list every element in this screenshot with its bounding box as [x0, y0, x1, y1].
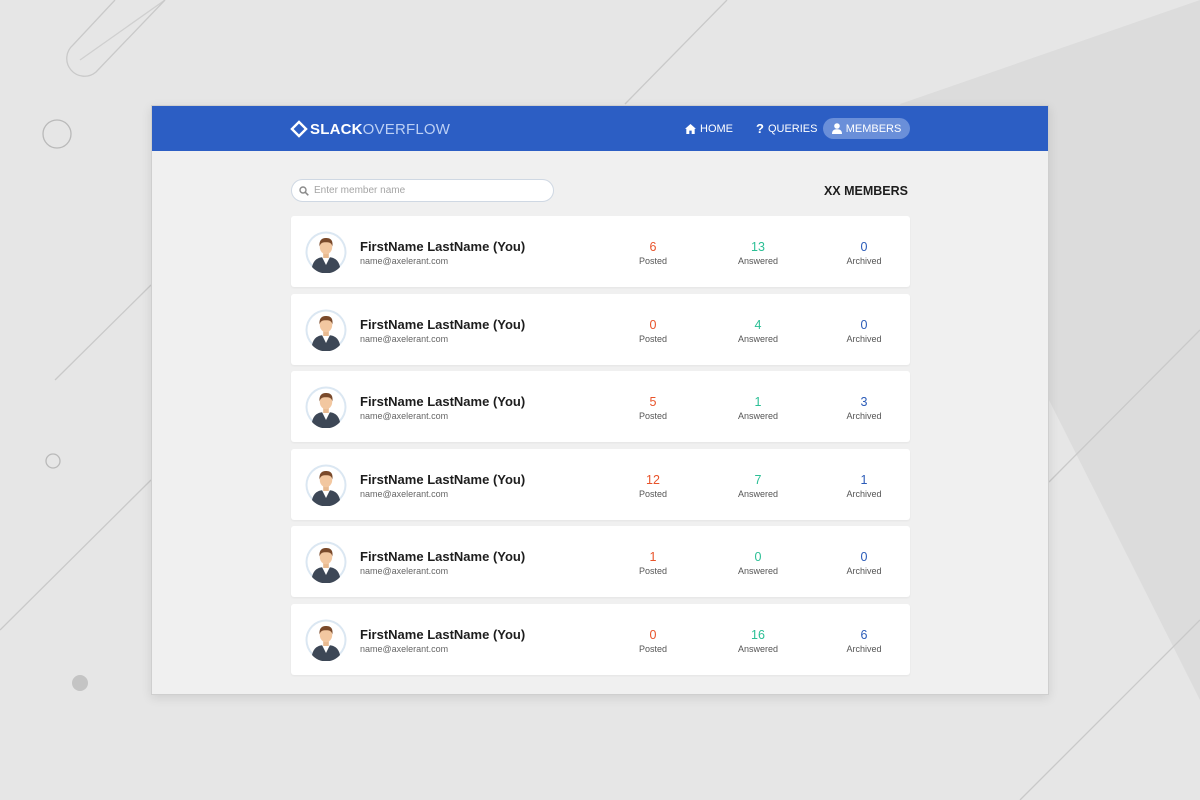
answered-stat: 4 Answered: [718, 318, 798, 344]
posted-count: 5: [649, 395, 657, 409]
answered-stat: 7 Answered: [718, 473, 798, 499]
answered-stat: 0 Answered: [718, 550, 798, 576]
answered-label: Answered: [737, 411, 779, 421]
posted-stat: 0 Posted: [613, 318, 693, 344]
archived-label: Archived: [846, 566, 882, 576]
avatar-icon: [305, 541, 347, 583]
archived-label: Archived: [846, 488, 882, 499]
logo-text-bold: SLACK: [310, 120, 363, 138]
answered-count: 0: [754, 550, 762, 564]
answered-count: 7: [754, 472, 762, 487]
archived-count: 0: [860, 240, 868, 254]
archived-label: Archived: [846, 256, 882, 266]
member-email: name@axelerant.com: [360, 333, 449, 344]
posted-count: 12: [646, 472, 660, 487]
posted-label: Posted: [638, 411, 668, 421]
posted-label: Posted: [638, 488, 668, 499]
avatar-icon: [305, 231, 347, 273]
member-name: FirstName LastName (You): [360, 471, 526, 487]
posted-stat: 0 Posted: [613, 628, 693, 654]
diamond-logo-icon: [290, 120, 308, 138]
member-card[interactable]: FirstName LastName (You) name@axelerant.…: [291, 216, 910, 287]
app-logo[interactable]: SLACK OVERFLOW: [290, 119, 450, 139]
answered-count: 13: [751, 240, 765, 254]
avatar-icon: [305, 619, 347, 661]
nav-members[interactable]: MEMBERS: [823, 118, 910, 139]
archived-stat: 0 Archived: [824, 550, 904, 576]
member-email: name@axelerant.com: [360, 256, 449, 266]
member-search-input[interactable]: [314, 185, 534, 196]
posted-stat: 6 Posted: [613, 240, 693, 266]
archived-count: 0: [860, 550, 868, 564]
posted-label: Posted: [638, 333, 668, 344]
archived-count: 0: [860, 317, 868, 332]
answered-stat: 13 Answered: [718, 240, 798, 266]
member-email: name@axelerant.com: [360, 488, 449, 499]
member-email: name@axelerant.com: [360, 643, 449, 654]
member-name: FirstName LastName (You): [360, 239, 526, 254]
app-window: SLACKOVERFLOW HOME ? QUERIES MEMBERS XX …: [151, 105, 1049, 695]
member-card[interactable]: FirstName LastName (You) name@axelerant.…: [291, 293, 910, 365]
member-name: FirstName LastName (You): [360, 549, 526, 564]
posted-count: 1: [649, 550, 657, 564]
avatar-icon: [305, 464, 347, 506]
answered-count: 1: [754, 395, 762, 409]
member-list: FirstName LastName (You) name@axelerant.…: [291, 216, 910, 681]
member-search-box[interactable]: [291, 179, 554, 202]
answered-label: Answered: [737, 488, 779, 499]
member-name: FirstName LastName (You): [360, 394, 526, 409]
question-icon: ?: [756, 121, 764, 136]
member-card[interactable]: FirstName LastName (You) name@axelerant.…: [291, 371, 910, 442]
archived-stat: 3 Archived: [824, 395, 904, 421]
nav-queries[interactable]: ? QUERIES: [756, 118, 817, 139]
member-card[interactable]: FirstName LastName (You) name@axelerant.…: [291, 448, 910, 520]
nav-members-label: MEMBERS: [845, 122, 902, 135]
answered-label: Answered: [737, 333, 779, 344]
archived-count: 3: [860, 395, 868, 409]
members-count: XX MEMBERS: [823, 184, 908, 198]
archived-count: 1: [860, 472, 868, 487]
user-icon: [831, 123, 842, 134]
nav-home-label: HOME: [700, 122, 733, 135]
archived-stat: 0 Archived: [824, 240, 904, 266]
posted-stat: 12 Posted: [613, 473, 693, 499]
member-card[interactable]: FirstName LastName (You) name@axelerant.…: [291, 603, 910, 675]
member-email: name@axelerant.com: [360, 411, 449, 421]
posted-label: Posted: [638, 643, 668, 654]
archived-stat: 0 Archived: [824, 318, 904, 344]
answered-label: Answered: [737, 256, 779, 266]
answered-count: 4: [754, 317, 762, 332]
member-email: name@axelerant.com: [360, 566, 449, 576]
archived-label: Archived: [846, 643, 882, 654]
top-navigation-bar: SLACK OVERFLOW HOME ? QUERIES MEMBERS: [152, 106, 1048, 151]
member-card[interactable]: FirstName LastName (You) name@axelerant.…: [291, 526, 910, 597]
posted-count: 6: [649, 240, 657, 254]
member-name: FirstName LastName (You): [360, 626, 526, 642]
archived-stat: 1 Archived: [824, 473, 904, 499]
answered-stat: 1 Answered: [718, 395, 798, 421]
posted-count: 0: [649, 317, 657, 332]
answered-stat: 16 Answered: [718, 628, 798, 654]
archived-stat: 6 Archived: [824, 628, 904, 654]
search-icon: [299, 185, 309, 196]
member-name: FirstName LastName (You): [360, 316, 526, 332]
answered-label: Answered: [737, 566, 779, 576]
home-icon: [685, 123, 696, 134]
posted-stat: 1 Posted: [613, 550, 693, 576]
archived-count: 6: [860, 627, 868, 642]
avatar-icon: [305, 386, 347, 428]
posted-label: Posted: [638, 256, 668, 266]
nav-home[interactable]: HOME: [685, 118, 733, 139]
posted-stat: 5 Posted: [613, 395, 693, 421]
posted-count: 0: [649, 627, 657, 642]
posted-label: Posted: [638, 566, 668, 576]
logo-text-light: OVERFLOW: [362, 120, 451, 138]
nav-queries-label: QUERIES: [767, 122, 818, 135]
avatar-icon: [305, 309, 347, 351]
answered-count: 16: [751, 627, 765, 642]
archived-label: Archived: [846, 411, 882, 421]
archived-label: Archived: [846, 333, 882, 344]
answered-label: Answered: [737, 643, 779, 654]
